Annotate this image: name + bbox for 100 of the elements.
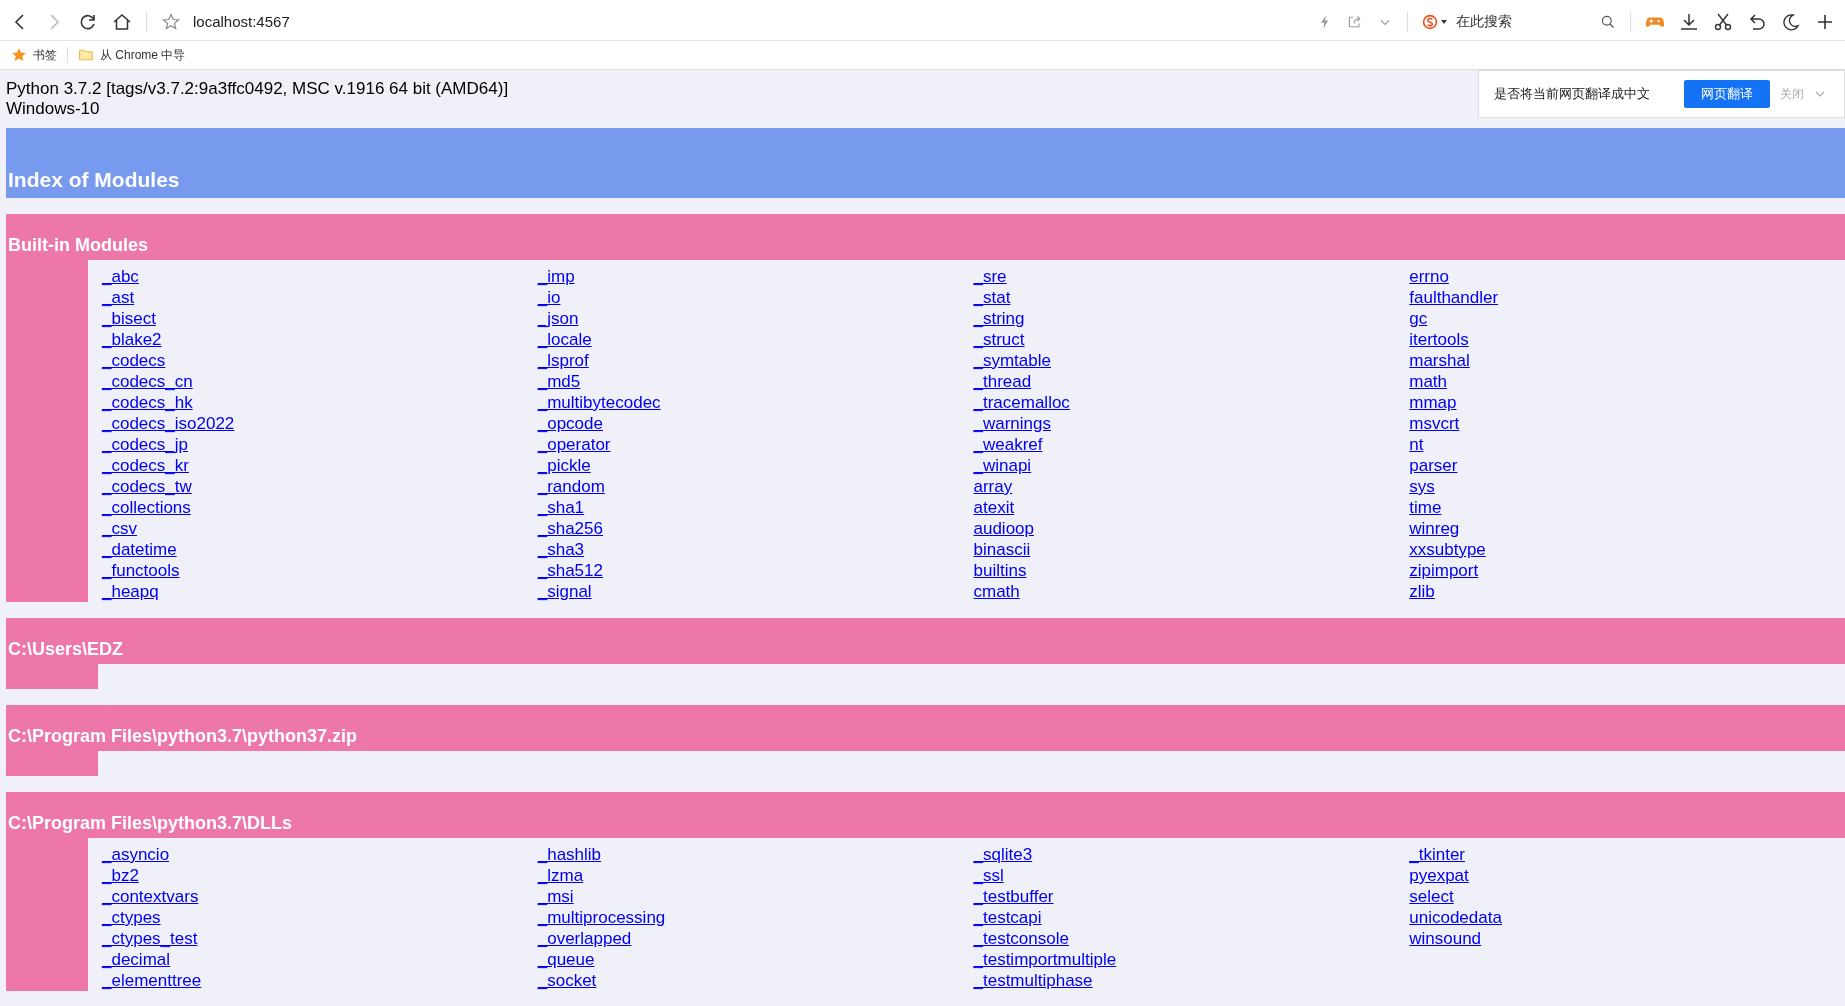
search-icon[interactable]: [1600, 13, 1616, 30]
module-link[interactable]: _collections: [102, 497, 191, 518]
module-link[interactable]: _heapq: [102, 581, 159, 602]
caret-icon[interactable]: [1440, 17, 1448, 26]
module-link[interactable]: _asyncio: [102, 844, 170, 865]
module-link[interactable]: msvcrt: [1409, 413, 1460, 434]
module-link[interactable]: itertools: [1409, 329, 1469, 350]
moon-icon[interactable]: [1781, 11, 1801, 32]
bookmark-item[interactable]: 从 Chrome 中导: [100, 46, 186, 64]
module-link[interactable]: _testbuffer: [973, 886, 1054, 907]
module-link[interactable]: _opcode: [537, 413, 603, 434]
module-link[interactable]: zipimport: [1409, 560, 1479, 581]
module-link[interactable]: array: [973, 476, 1013, 497]
module-link[interactable]: _thread: [973, 371, 1032, 392]
module-link[interactable]: _json: [537, 308, 579, 329]
module-link[interactable]: mmap: [1409, 392, 1457, 413]
module-link[interactable]: _multibytecodec: [537, 392, 661, 413]
module-link[interactable]: _signal: [537, 581, 592, 602]
module-link[interactable]: errno: [1409, 266, 1449, 287]
module-link[interactable]: _warnings: [973, 413, 1051, 434]
module-link[interactable]: binascii: [973, 539, 1031, 560]
module-link[interactable]: _codecs_cn: [102, 371, 193, 392]
module-link[interactable]: _sre: [973, 266, 1007, 287]
module-link[interactable]: sys: [1409, 476, 1435, 497]
module-link[interactable]: _overlapped: [537, 928, 632, 949]
module-link[interactable]: _sqlite3: [973, 844, 1033, 865]
scissors-icon[interactable]: [1713, 11, 1733, 32]
module-link[interactable]: _testcapi: [973, 907, 1042, 928]
module-link[interactable]: _tracemalloc: [973, 392, 1070, 413]
module-link[interactable]: atexit: [973, 497, 1015, 518]
module-link[interactable]: _queue: [537, 949, 595, 970]
module-link[interactable]: zlib: [1409, 581, 1435, 602]
module-link[interactable]: _bz2: [102, 865, 139, 886]
module-link[interactable]: _pickle: [537, 455, 591, 476]
star-icon[interactable]: [161, 11, 181, 32]
translate-button[interactable]: 网页翻译: [1684, 80, 1770, 108]
module-link[interactable]: _ast: [102, 287, 135, 308]
module-link[interactable]: _stat: [973, 287, 1011, 308]
module-link[interactable]: _ssl: [973, 865, 1004, 886]
module-link[interactable]: _testconsole: [973, 928, 1069, 949]
module-link[interactable]: _codecs_jp: [102, 434, 188, 455]
module-link[interactable]: _contextvars: [102, 886, 199, 907]
module-link[interactable]: _blake2: [102, 329, 162, 350]
module-link[interactable]: _testimportmultiple: [973, 949, 1117, 970]
module-link[interactable]: _ctypes: [102, 907, 161, 928]
module-link[interactable]: _msi: [537, 886, 574, 907]
bookmark-item[interactable]: 书签: [33, 46, 57, 64]
module-link[interactable]: _functools: [102, 560, 180, 581]
module-link[interactable]: select: [1409, 886, 1454, 907]
module-link[interactable]: _decimal: [102, 949, 171, 970]
module-link[interactable]: _codecs_iso2022: [102, 413, 235, 434]
module-link[interactable]: _io: [537, 287, 561, 308]
module-link[interactable]: _sha256: [537, 518, 603, 539]
module-link[interactable]: pyexpat: [1409, 865, 1469, 886]
module-link[interactable]: _multiprocessing: [537, 907, 666, 928]
module-link[interactable]: _md5: [537, 371, 581, 392]
module-link[interactable]: unicodedata: [1409, 907, 1502, 928]
module-link[interactable]: _random: [537, 476, 605, 497]
module-link[interactable]: _bisect: [102, 308, 156, 329]
module-link[interactable]: _ctypes_test: [102, 928, 198, 949]
module-link[interactable]: _codecs_tw: [102, 476, 192, 497]
module-link[interactable]: xxsubtype: [1409, 539, 1486, 560]
module-link[interactable]: _hashlib: [537, 844, 602, 865]
download-icon[interactable]: [1679, 11, 1699, 32]
module-link[interactable]: _winapi: [973, 455, 1032, 476]
search-engine-logo-icon[interactable]: [1422, 13, 1438, 30]
module-link[interactable]: _lsprof: [537, 350, 589, 371]
module-link[interactable]: _string: [973, 308, 1025, 329]
module-link[interactable]: _testmultiphase: [973, 970, 1093, 991]
module-link[interactable]: marshal: [1409, 350, 1470, 371]
module-link[interactable]: _codecs_hk: [102, 392, 193, 413]
undo-icon[interactable]: [1747, 11, 1767, 32]
module-link[interactable]: _socket: [537, 970, 597, 991]
module-link[interactable]: cmath: [973, 581, 1020, 602]
module-link[interactable]: parser: [1409, 455, 1458, 476]
module-link[interactable]: _struct: [973, 329, 1025, 350]
module-link[interactable]: _lzma: [537, 865, 584, 886]
module-link[interactable]: _codecs_kr: [102, 455, 189, 476]
module-link[interactable]: nt: [1409, 434, 1424, 455]
module-link[interactable]: _imp: [537, 266, 575, 287]
module-link[interactable]: _datetime: [102, 539, 177, 560]
module-link[interactable]: _elementtree: [102, 970, 202, 991]
module-link[interactable]: math: [1409, 371, 1448, 392]
module-link[interactable]: _codecs: [102, 350, 166, 371]
search-field[interactable]: 在此搜索: [1456, 12, 1586, 31]
share-icon[interactable]: [1347, 13, 1363, 30]
module-link[interactable]: _tkinter: [1409, 844, 1465, 865]
module-link[interactable]: _sha512: [537, 560, 603, 581]
module-link[interactable]: _sha1: [537, 497, 585, 518]
module-link[interactable]: time: [1409, 497, 1442, 518]
module-link[interactable]: _weakref: [973, 434, 1043, 455]
home-icon[interactable]: [112, 11, 132, 32]
module-link[interactable]: _abc: [102, 266, 139, 287]
address-field[interactable]: localhost:4567: [193, 13, 290, 30]
module-link[interactable]: faulthandler: [1409, 287, 1499, 308]
module-link[interactable]: gc: [1409, 308, 1428, 329]
module-link[interactable]: winreg: [1409, 518, 1460, 539]
module-link[interactable]: _symtable: [973, 350, 1051, 371]
module-link[interactable]: builtins: [973, 560, 1027, 581]
module-link[interactable]: _locale: [537, 329, 592, 350]
